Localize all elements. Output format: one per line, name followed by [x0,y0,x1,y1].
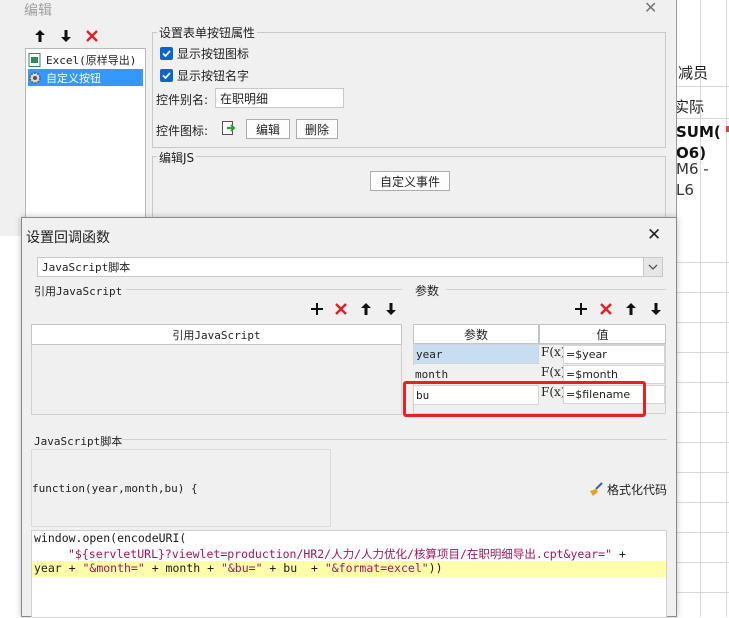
code-token: )) [428,561,443,575]
alias-label: 控件别名: [156,93,209,107]
code-token: window.open(encodeURI( [34,531,187,545]
callback-dialog-title: 设置回调函数 [26,230,110,246]
ref-js-column-header[interactable]: 引用JavaScript [31,324,402,345]
sheet-formula-text: M6 - [676,160,709,178]
highlight-box [403,381,646,417]
code-token: year + [34,561,83,575]
code-token: + bu + [262,561,325,575]
excel-file-icon [28,52,42,67]
icon-delete-button[interactable]: 删除 [296,119,338,139]
code-editor[interactable]: window.open(encodeURI( "${servletURL}?vi… [31,530,667,618]
code-string: "&bu=" [220,561,263,575]
edit-js-group-title: 编辑JS [157,149,197,166]
sheet-header-text: 减员 [678,64,709,82]
code-line: window.open(encodeURI( [34,531,666,547]
show-icon-checkbox[interactable] [160,47,173,60]
param-value-cell[interactable]: =$year [563,345,665,364]
list-item-custom-button[interactable]: 自定义按钮 [28,69,143,86]
sheet-gridline [726,0,727,617]
section-divider [122,439,667,440]
code-token: + [612,547,626,561]
button-icon-preview-icon [221,120,237,136]
move-down-icon[interactable] [648,301,664,317]
sheet-formula-text: SUM( [676,123,721,141]
move-up-icon[interactable] [623,301,639,317]
list-item-label: 自定义按钮 [46,71,101,85]
params-section-title: 参数 [415,284,440,298]
callback-dialog: 设置回调函数 ✕ JavaScript脚本 引用JavaScript 引用Jav… [21,217,677,618]
gear-icon [28,71,42,85]
delete-icon[interactable] [333,301,349,317]
show-name-label: 显示按钮名字 [177,69,250,83]
button-props-group-title: 设置表单按钮属性 [157,24,258,41]
icon-edit-button[interactable]: 编辑 [246,119,290,139]
sheet-gridline [700,0,701,617]
add-param-icon[interactable] [573,301,589,317]
edit-dialog-title: 编辑 [24,3,52,19]
custom-event-button[interactable]: 自定义事件 [370,171,450,191]
param-name-column-header[interactable]: 参数 [413,324,539,344]
script-section-title: JavaScript脚本 [34,435,123,448]
code-line-highlighted: year + "&month=" + month + "&bu=" + bu +… [32,561,666,577]
move-up-icon[interactable] [32,28,48,44]
move-down-icon[interactable] [58,28,74,44]
sheet-subheader-text: 实际 [674,98,705,116]
function-signature: function(year,month,bu) { [32,482,198,495]
script-type-value: JavaScript脚本 [42,261,131,274]
ref-js-section-title: 引用JavaScript [34,285,123,298]
code-token: + month + [144,561,221,575]
list-item-label: Excel(原样导出) [46,53,137,67]
show-icon-label: 显示按钮图标 [177,47,250,61]
show-name-checkbox[interactable] [160,69,173,82]
callback-dialog-close-button[interactable]: ✕ [647,225,661,245]
button-type-list: Excel(原样导出) 自定义按钮 [25,48,146,238]
sheet-formula-text: L6 [676,181,694,199]
ref-js-list[interactable] [31,345,402,415]
alias-input[interactable]: 在职明细 [215,88,344,108]
chevron-down-icon[interactable] [643,258,662,276]
formula-fx-icon[interactable]: F(x) [541,365,565,379]
list-item-excel-export[interactable]: Excel(原样导出) [28,51,143,68]
delete-icon[interactable] [84,28,100,44]
icon-label: 控件图标: [156,124,209,138]
param-name-cell[interactable]: year [413,344,539,364]
code-line: "${servletURL}?viewlet=production/HR2/人力… [68,546,666,562]
param-value-column-header[interactable]: 值 [539,324,666,344]
broom-icon[interactable] [588,481,604,497]
delete-param-icon[interactable] [598,301,614,317]
format-code-button[interactable]: 格式化代码 [607,481,667,498]
section-divider [126,289,402,290]
code-string: "&month=" [82,561,145,575]
edit-dialog: 编辑 ✕ Excel(原样导出) 自定义按钮 设置表单按钮属性 显示按钮图标 显… [0,0,677,238]
code-string: "&format=excel" [324,561,429,575]
move-up-icon[interactable] [358,301,374,317]
script-type-select[interactable]: JavaScript脚本 [37,257,663,277]
section-divider [446,289,666,290]
move-down-icon[interactable] [383,301,399,317]
formula-fx-icon[interactable]: F(x) [541,345,565,359]
code-string: "${servletURL}?viewlet=production/HR2/人力… [68,547,613,561]
edit-dialog-close-button[interactable]: ✕ [644,0,657,17]
add-icon[interactable] [309,301,325,317]
